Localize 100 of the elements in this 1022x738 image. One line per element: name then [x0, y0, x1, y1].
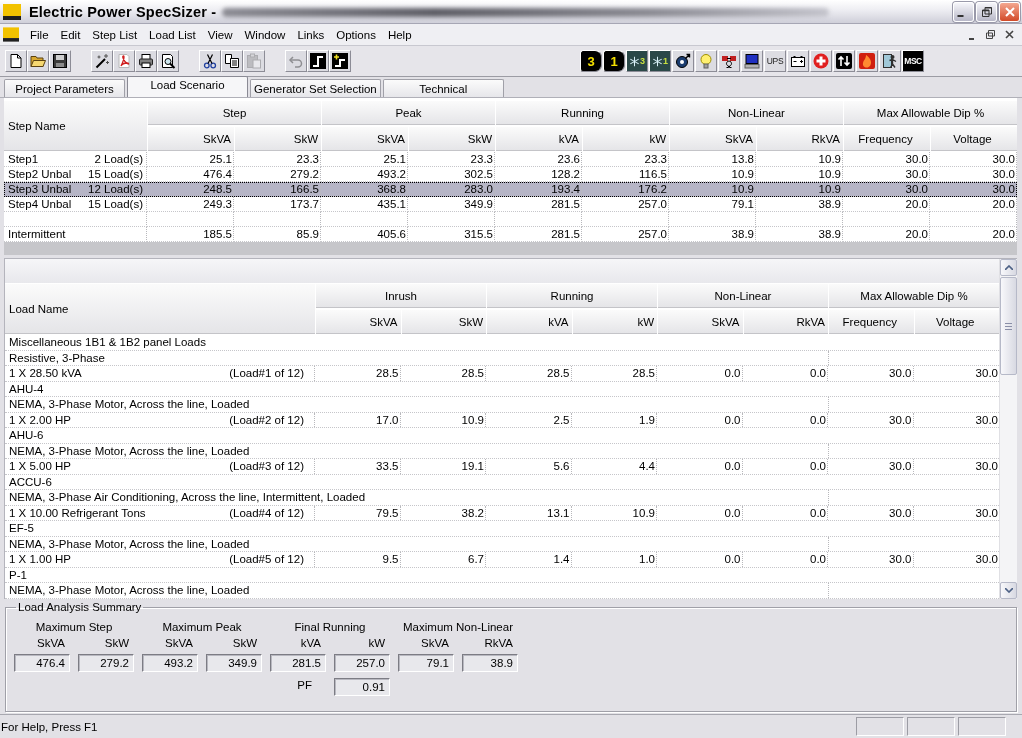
- tab[interactable]: Load Scenario: [127, 76, 248, 97]
- column-header: kVA: [487, 310, 572, 334]
- computer-icon: [744, 53, 760, 69]
- menu-item[interactable]: Window: [238, 24, 292, 45]
- table-cell: 19.1: [400, 459, 486, 474]
- table-row[interactable]: Step2 Unbal 15 Load(s) 476.4 279.2 493.2 302.5 128.2 116.5 10.9 10.9 30.0 30.0: [4, 167, 1017, 182]
- menu-item[interactable]: File: [24, 24, 55, 45]
- document-restore-button[interactable]: [983, 27, 997, 42]
- column-header: Step Name: [4, 101, 147, 151]
- toolbar-button[interactable]: [5, 50, 27, 72]
- undo-icon: [288, 53, 304, 69]
- table-cell: 1.4: [486, 552, 572, 567]
- menu-item[interactable]: View: [201, 24, 239, 45]
- load-index: (Load#1 of 12): [229, 366, 304, 381]
- table-row[interactable]: Step1 2 Load(s) 25.1 23.3 25.1 23.3 23.6 23.3 13.8 10.9 30.0 30.0: [4, 152, 1017, 167]
- toolbar-button[interactable]: [27, 50, 49, 72]
- tab[interactable]: Generator Set Selection: [250, 79, 381, 97]
- snowflake-icon: [652, 55, 663, 67]
- table-cell: 30.0: [828, 459, 914, 474]
- toolbar-button[interactable]: [157, 50, 179, 72]
- toolbar-button[interactable]: [199, 50, 221, 72]
- readout-field: 79.1: [398, 654, 454, 672]
- step-name: Step4 Unbal: [8, 197, 72, 211]
- menu-item[interactable]: Options: [330, 24, 382, 45]
- scroll-up-button[interactable]: [1000, 259, 1017, 276]
- toolbar-button[interactable]: [135, 50, 157, 72]
- menu-item[interactable]: Step List: [86, 24, 144, 45]
- readout-field: 279.2: [78, 654, 134, 672]
- toolbar-button[interactable]: MSC: [902, 50, 924, 72]
- table-row[interactable]: Intermittent 185.5 85.9 405.6 315.5 281.5 257.0 38.9 38.9 20.0 20.0: [4, 227, 1017, 242]
- readout-field: 281.5: [270, 654, 326, 672]
- caret-up-icon: [1004, 265, 1013, 270]
- resistor-icon: [721, 53, 737, 69]
- scissors-icon: [202, 53, 218, 69]
- menu-item[interactable]: Links: [291, 24, 331, 45]
- readout-field: 257.0: [334, 654, 390, 672]
- toolbar-button[interactable]: 1: [603, 50, 625, 72]
- step-name: Intermittent: [8, 227, 66, 241]
- column-header: RkVA: [743, 310, 828, 334]
- column-group-header: Running: [487, 284, 657, 308]
- field-label: SkW: [231, 636, 258, 650]
- table-row[interactable]: Step4 Unbal 15 Load(s) 249.3 173.7 435.1 349.9 281.5 257.0 79.1 38.9 20.0 20.0: [4, 197, 1017, 212]
- toolbar-button[interactable]: [307, 50, 329, 72]
- table-cell: 30.0: [828, 505, 914, 520]
- column-header: RkVA: [757, 127, 843, 151]
- toolbar-button[interactable]: [49, 50, 71, 72]
- toolbar-button[interactable]: [91, 50, 113, 72]
- menu-item[interactable]: Edit: [54, 24, 87, 45]
- up-down-arrows-icon: [836, 53, 852, 69]
- table-cell-text: 30.0: [974, 552, 999, 567]
- caret-down-icon: [1004, 588, 1013, 593]
- grip-icon: [1005, 322, 1012, 330]
- toolbar-button[interactable]: [672, 50, 694, 72]
- table-cell: 10.9: [400, 412, 486, 427]
- readout-field: 349.9: [206, 654, 262, 672]
- toolbar-button[interactable]: [718, 50, 740, 72]
- table-cell: 4.4: [571, 459, 657, 474]
- menu-item[interactable]: Load List: [143, 24, 202, 45]
- table-cell-text: 30.0: [974, 412, 999, 427]
- toolbar-button[interactable]: [787, 50, 809, 72]
- load-description: NEMA, 3-Phase Air Conditioning, Across the line, Intermittent, Loaded: [9, 491, 366, 503]
- field-label: PF: [296, 678, 313, 692]
- toolbar-button[interactable]: 3: [580, 50, 602, 72]
- tab[interactable]: Technical: [382, 79, 504, 97]
- column-header: SkVA: [670, 127, 756, 151]
- toolbar-button[interactable]: [879, 50, 901, 72]
- load-quantity: 1 X 10.00 Refrigerant Tons: [9, 505, 146, 520]
- column-group-header: Max Allowable Dip %: [844, 101, 1017, 125]
- scrollbar-thumb[interactable]: [1000, 277, 1017, 375]
- column-header: SkW: [409, 127, 495, 151]
- toolbar-button[interactable]: [221, 50, 243, 72]
- table-cell: 0.0: [657, 366, 743, 381]
- toolbar-button[interactable]: 1: [649, 50, 671, 72]
- toolbar-button[interactable]: [329, 50, 351, 72]
- toolbar-button[interactable]: [741, 50, 763, 72]
- load-quantity: 1 X 28.50 kVA: [9, 366, 82, 381]
- minimize-button[interactable]: [953, 1, 974, 22]
- column-header: Load Name: [5, 284, 315, 334]
- load-index: (Load#3 of 12): [229, 459, 304, 474]
- toolbar-button[interactable]: UPS: [764, 50, 786, 72]
- table-cell: 79.5: [315, 505, 401, 520]
- load-quantity: 1 X 2.00 HP: [9, 412, 71, 427]
- column-header: SkVA: [322, 127, 408, 151]
- summary-group-label: Maximum Non-Linear: [402, 621, 514, 634]
- table-cell-text: 30.0: [974, 366, 999, 381]
- tab[interactable]: Project Parameters: [4, 79, 125, 97]
- status-panel: [856, 717, 904, 736]
- field-label: kVA: [299, 636, 322, 650]
- restore-button[interactable]: [976, 1, 997, 22]
- table-row[interactable]: Step3 Unbal 12 Load(s) 248.5 166.5 368.8 283.0 193.4 176.2 10.9 10.9 30.0 30.0: [4, 182, 1017, 197]
- window-title: Electric Power SpecSizer -: [29, 3, 217, 20]
- step-plus-icon: [332, 53, 348, 69]
- toolbar-button[interactable]: 3: [626, 50, 648, 72]
- load-name: Miscellaneous 1B1 & 1B2 panel Loads: [9, 336, 206, 348]
- scroll-down-button[interactable]: [1000, 582, 1017, 599]
- load-description: NEMA, 3-Phase Motor, Across the line, Loaded: [9, 537, 250, 550]
- toolbar-button[interactable]: [833, 50, 855, 72]
- close-button[interactable]: [999, 1, 1020, 22]
- menu-item[interactable]: Help: [381, 24, 418, 45]
- column-header: SkW: [235, 127, 321, 151]
